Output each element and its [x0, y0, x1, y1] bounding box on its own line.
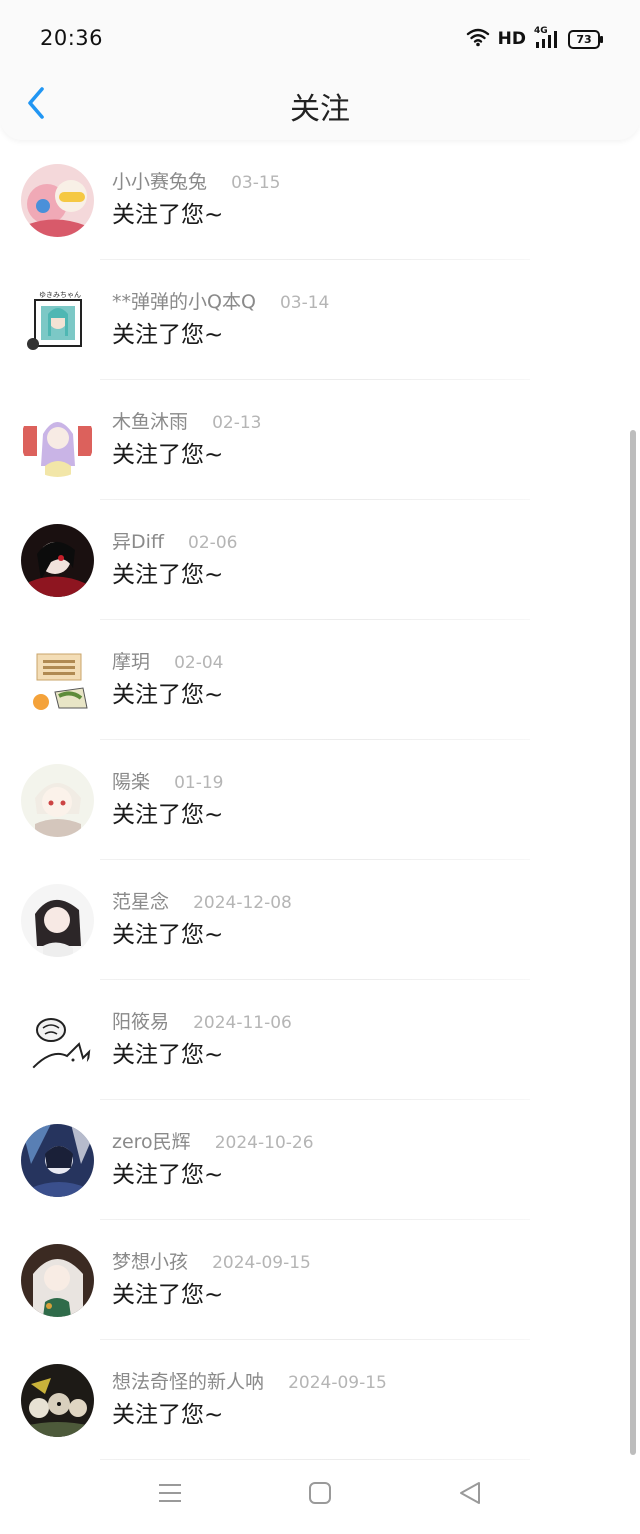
user-info-line: 想法奇怪的新人呐 2024-09-15 [112, 1370, 387, 1395]
list-item[interactable]: 想法奇怪的新人呐 2024-09-15 关注了您~ [0, 1340, 640, 1460]
username[interactable]: 阳筱易 [112, 1011, 169, 1033]
user-info-line: 阳筱易 2024-11-06 [112, 1010, 292, 1035]
menu-icon [157, 1482, 183, 1508]
follow-date: 2024-09-15 [212, 1253, 311, 1273]
follow-message: 关注了您~ [112, 322, 224, 348]
system-back-button[interactable] [450, 1475, 490, 1515]
follow-message: 关注了您~ [112, 562, 224, 588]
status-time: 20:36 [40, 26, 104, 50]
follow-date: 01-19 [174, 773, 224, 793]
list-item[interactable]: 小小赛兔兔 03-15 关注了您~ [0, 140, 640, 260]
follow-date: 2024-12-08 [193, 893, 292, 913]
follow-message: 关注了您~ [112, 802, 224, 828]
system-nav-bar [0, 1456, 640, 1534]
list-item[interactable]: 摩玥 02-04 关注了您~ [0, 620, 640, 740]
notifications-follow-screen: 20:36 HD 4G 73 关注 小小赛兔兔 03-15 关注了您~ ゆきみち… [0, 0, 640, 1534]
follow-date: 02-04 [174, 653, 224, 673]
status-icons: HD 4G 73 [466, 26, 603, 52]
follow-message: 关注了您~ [112, 1282, 224, 1308]
avatar[interactable] [21, 1244, 94, 1317]
scrollbar[interactable] [630, 430, 636, 1455]
username[interactable]: 木鱼沐雨 [112, 411, 188, 433]
list-item[interactable]: 阳筱易 2024-11-06 关注了您~ [0, 980, 640, 1100]
follow-message: 关注了您~ [112, 1402, 224, 1428]
user-info-line: 梦想小孩 2024-09-15 [112, 1250, 311, 1275]
avatar[interactable]: ゆきみちゃん [21, 284, 94, 357]
list-item[interactable]: ゆきみちゃん **弹弹的小Q本Q 03-14 关注了您~ [0, 260, 640, 380]
username[interactable]: 异Diff [112, 531, 164, 553]
avatar[interactable] [21, 764, 94, 837]
follow-date: 2024-11-06 [193, 1013, 292, 1033]
app-header: 20:36 HD 4G 73 关注 [0, 0, 640, 140]
follow-date: 02-06 [188, 533, 238, 553]
avatar[interactable] [21, 404, 94, 477]
follow-date: 2024-09-15 [288, 1373, 387, 1393]
hd-label: HD [497, 29, 526, 49]
username[interactable]: 陽楽 [112, 771, 150, 793]
list-item[interactable]: 范星念 2024-12-08 关注了您~ [0, 860, 640, 980]
avatar[interactable] [21, 1124, 94, 1197]
avatar[interactable] [21, 1004, 94, 1077]
avatar[interactable] [21, 644, 94, 717]
user-info-line: 陽楽 01-19 [112, 770, 223, 795]
user-info-line: **弹弹的小Q本Q 03-14 [112, 290, 329, 315]
follow-date: 2024-10-26 [214, 1133, 314, 1153]
home-square-icon [308, 1481, 332, 1509]
follow-message: 关注了您~ [112, 1162, 224, 1188]
username[interactable]: 小小赛兔兔 [112, 171, 207, 193]
list-item[interactable]: 异Diff 02-06 关注了您~ [0, 500, 640, 620]
follow-date: 02-13 [212, 413, 262, 433]
user-info-line: 异Diff 02-06 [112, 530, 237, 555]
list-item[interactable]: 梦想小孩 2024-09-15 关注了您~ [0, 1220, 640, 1340]
avatar[interactable] [21, 164, 94, 237]
avatar[interactable] [21, 884, 94, 957]
follow-message: 关注了您~ [112, 442, 224, 468]
avatar[interactable] [21, 524, 94, 597]
follow-message: 关注了您~ [112, 1042, 224, 1068]
list-item[interactable]: 陽楽 01-19 关注了您~ [0, 740, 640, 860]
menu-button[interactable] [150, 1475, 190, 1515]
follow-date: 03-15 [231, 173, 281, 193]
follow-date: 03-14 [279, 293, 330, 313]
username[interactable]: 摩玥 [112, 651, 150, 673]
username[interactable]: zero民辉 [112, 1131, 191, 1153]
list-item[interactable]: zero民辉 2024-10-26 关注了您~ [0, 1100, 640, 1220]
page-title: 关注 [290, 92, 350, 127]
battery-icon: 73 [568, 29, 603, 49]
username[interactable]: 想法奇怪的新人呐 [112, 1371, 264, 1393]
user-info-line: 摩玥 02-04 [112, 650, 223, 675]
user-info-line: zero民辉 2024-10-26 [112, 1130, 314, 1155]
wifi-icon [466, 27, 490, 51]
list-item[interactable]: 木鱼沐雨 02-13 关注了您~ [0, 380, 640, 500]
follow-message: 关注了您~ [112, 682, 224, 708]
username[interactable]: 梦想小孩 [112, 1251, 188, 1273]
follow-message: 关注了您~ [112, 922, 224, 948]
follower-list: 小小赛兔兔 03-15 关注了您~ ゆきみちゃん **弹弹的小Q本Q 03-14… [0, 140, 640, 1460]
username[interactable]: **弹弹的小Q本Q [112, 291, 256, 313]
signal-icon: 4G [534, 26, 560, 49]
avatar[interactable] [21, 1364, 94, 1437]
svg-text:ゆきみちゃん: ゆきみちゃん [39, 291, 81, 299]
username[interactable]: 范星念 [112, 891, 169, 913]
user-info-line: 小小赛兔兔 03-15 [112, 170, 280, 195]
home-button[interactable] [300, 1475, 340, 1515]
user-info-line: 范星念 2024-12-08 [112, 890, 292, 915]
user-info-line: 木鱼沐雨 02-13 [112, 410, 261, 435]
follow-message: 关注了您~ [112, 202, 224, 228]
back-triangle-icon [457, 1480, 483, 1510]
